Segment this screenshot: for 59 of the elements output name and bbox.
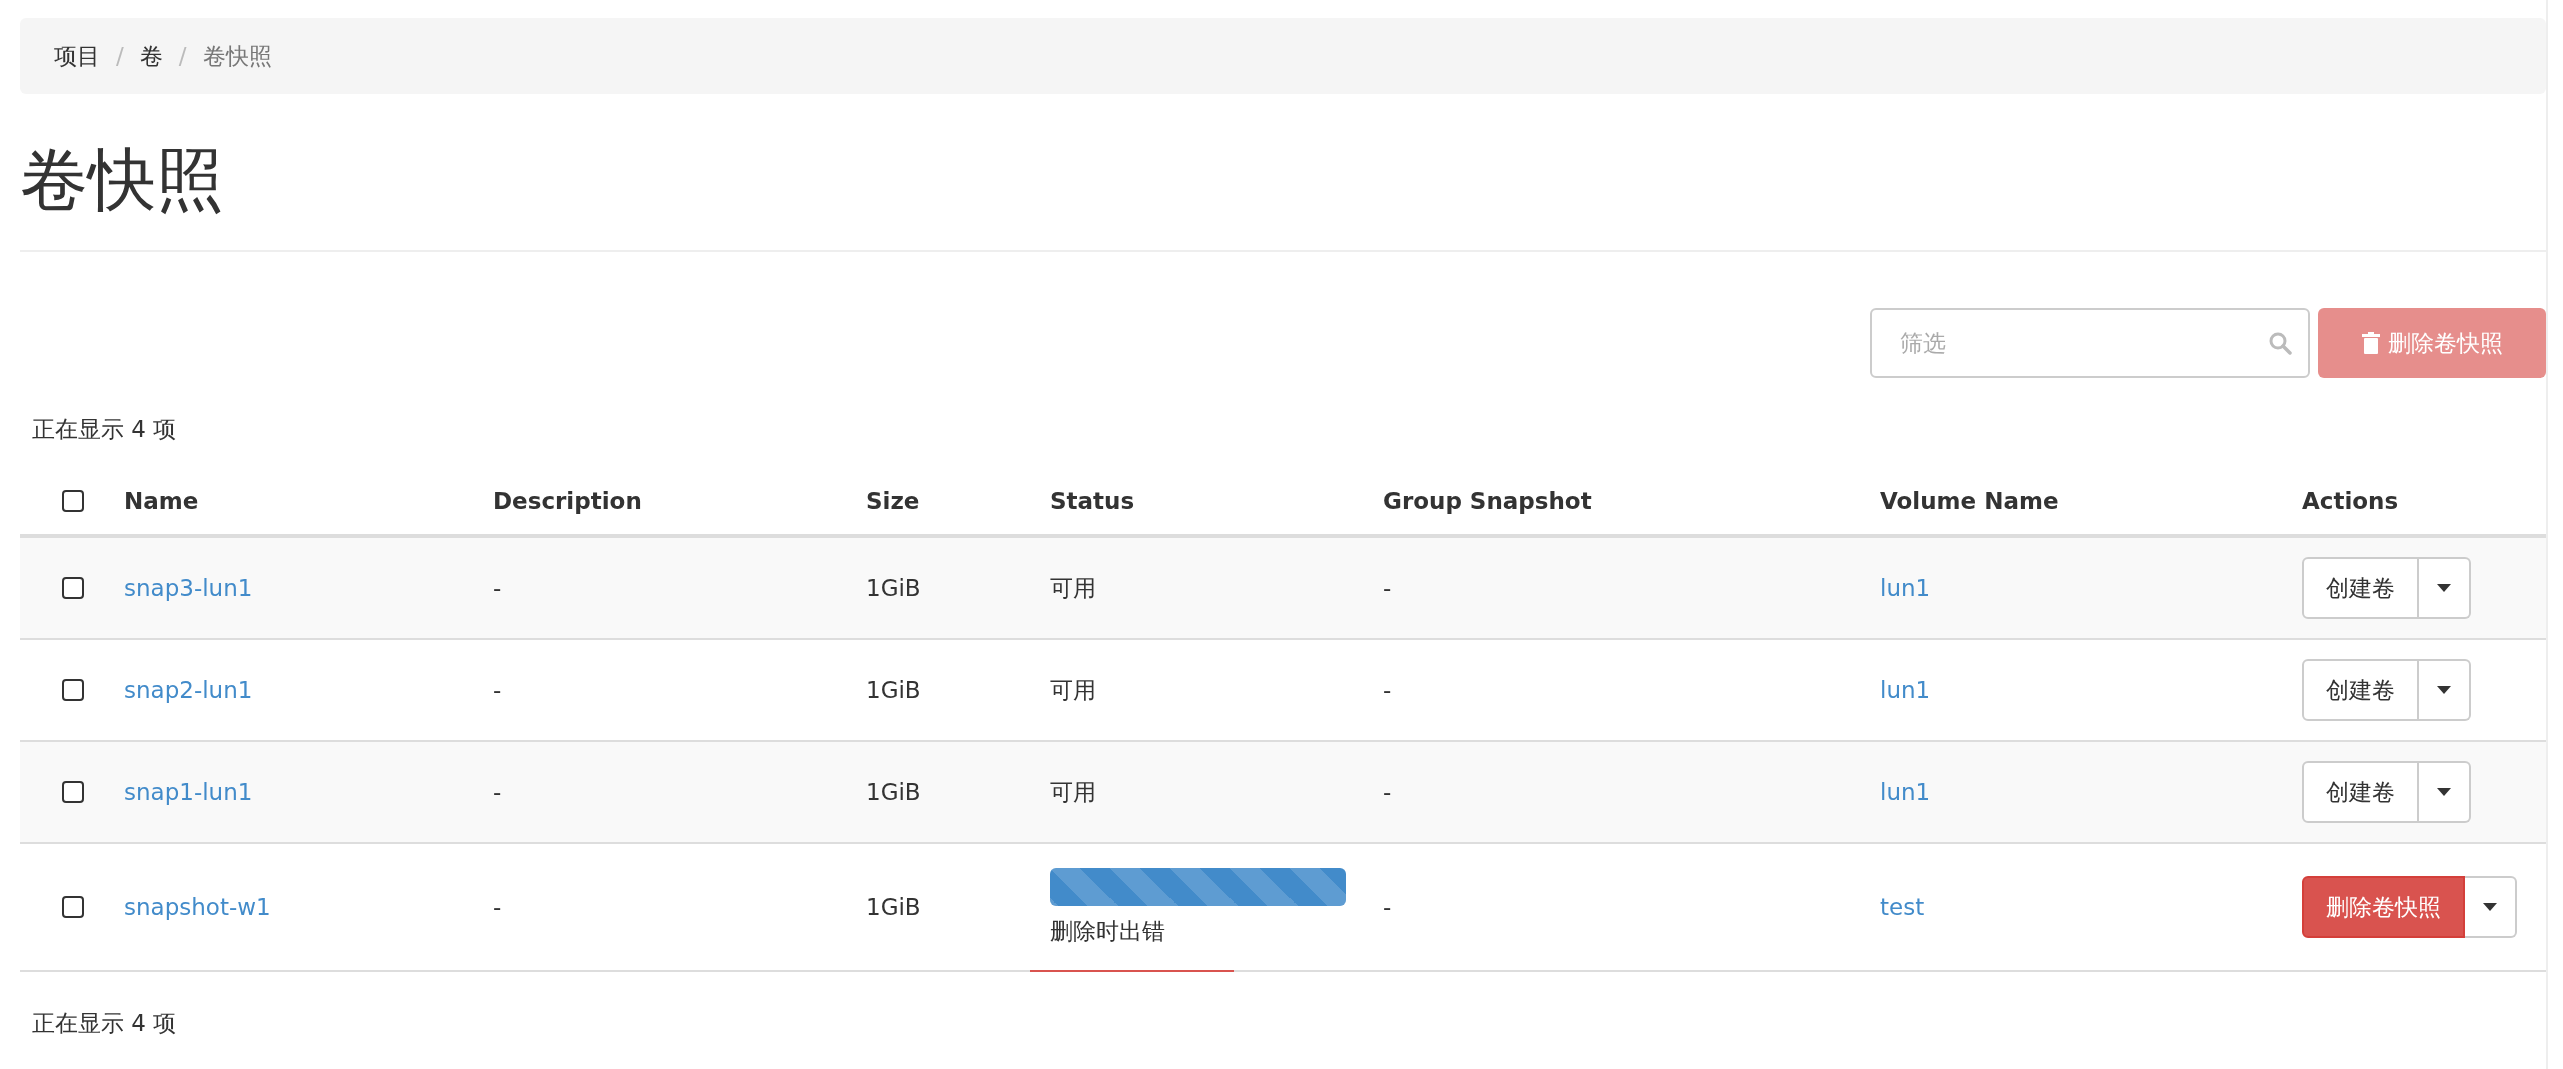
snapshot-link[interactable]: snap1-lun1 (124, 779, 253, 805)
column-header: Status (1050, 488, 1135, 514)
snapshot-link[interactable]: snapshot-w1 (124, 894, 271, 920)
table-cell: - (493, 779, 502, 805)
dropdown-toggle[interactable] (2465, 876, 2517, 938)
dropdown-toggle[interactable] (2419, 557, 2471, 619)
volume-link[interactable]: lun1 (1880, 575, 1931, 601)
create-volume-button[interactable]: 创建卷 (2302, 761, 2419, 823)
select-all-checkbox[interactable] (62, 490, 84, 512)
caret-icon (2437, 788, 2451, 796)
table-cell: - (1383, 575, 1392, 601)
table-cell: 1GiB (866, 779, 921, 805)
row-checkbox[interactable] (62, 577, 84, 599)
status-text: 可用 (1050, 675, 1097, 705)
table-cell: 1GiB (866, 894, 921, 920)
row-checkbox[interactable] (62, 896, 84, 918)
caret-icon (2437, 686, 2451, 694)
item-count: 正在显示 4 项 (32, 1010, 177, 1036)
dropdown-toggle[interactable] (2419, 761, 2471, 823)
row-checkbox[interactable] (62, 679, 84, 701)
page-title: 卷快照 (20, 94, 2546, 252)
table-cell: 1GiB (866, 677, 921, 703)
breadcrumb-link[interactable]: 卷 (139, 40, 163, 72)
status-text: 可用 (1050, 777, 1097, 807)
table-cell: - (493, 575, 502, 601)
table-cell: - (1383, 779, 1392, 805)
status-text: 删除时出错 (1050, 916, 1166, 946)
column-header: Size (866, 488, 920, 514)
snapshot-link[interactable]: snap2-lun1 (124, 677, 253, 703)
trash-icon (2361, 332, 2380, 354)
search-icon (2268, 331, 2292, 355)
status-text: 可用 (1050, 573, 1097, 603)
table-cell: 1GiB (866, 575, 921, 601)
delete-snapshot-button[interactable]: 删除卷快照 (2302, 876, 2465, 938)
filter-field[interactable]: 筛选 (1870, 308, 2310, 378)
column-header: Description (493, 488, 642, 514)
caret-icon (2483, 903, 2497, 911)
volume-link[interactable]: lun1 (1880, 677, 1931, 703)
item-count: 正在显示 4 项 (32, 416, 177, 442)
table-cell: - (1383, 894, 1392, 920)
column-header: Name (124, 488, 199, 514)
volume-link[interactable]: test (1880, 894, 1925, 920)
column-header: Group Snapshot (1383, 488, 1592, 514)
create-volume-button[interactable]: 创建卷 (2302, 557, 2419, 619)
breadcrumb-link[interactable]: 项目 (54, 40, 100, 72)
breadcrumb-current: 卷快照 (202, 41, 272, 71)
row-checkbox[interactable] (62, 781, 84, 803)
table-cell: - (493, 677, 502, 703)
create-volume-button[interactable]: 创建卷 (2302, 659, 2419, 721)
column-header: Actions (2302, 488, 2399, 514)
table-cell: - (493, 894, 502, 920)
breadcrumb-separator: / (178, 43, 187, 69)
breadcrumb-separator: / (116, 43, 124, 69)
caret-icon (2437, 584, 2451, 592)
volume-link[interactable]: lun1 (1880, 779, 1931, 805)
column-header: Volume Name (1880, 488, 2059, 514)
snapshot-link[interactable]: snap3-lun1 (124, 575, 253, 601)
dropdown-toggle[interactable] (2419, 659, 2471, 721)
table-cell: - (1383, 677, 1392, 703)
